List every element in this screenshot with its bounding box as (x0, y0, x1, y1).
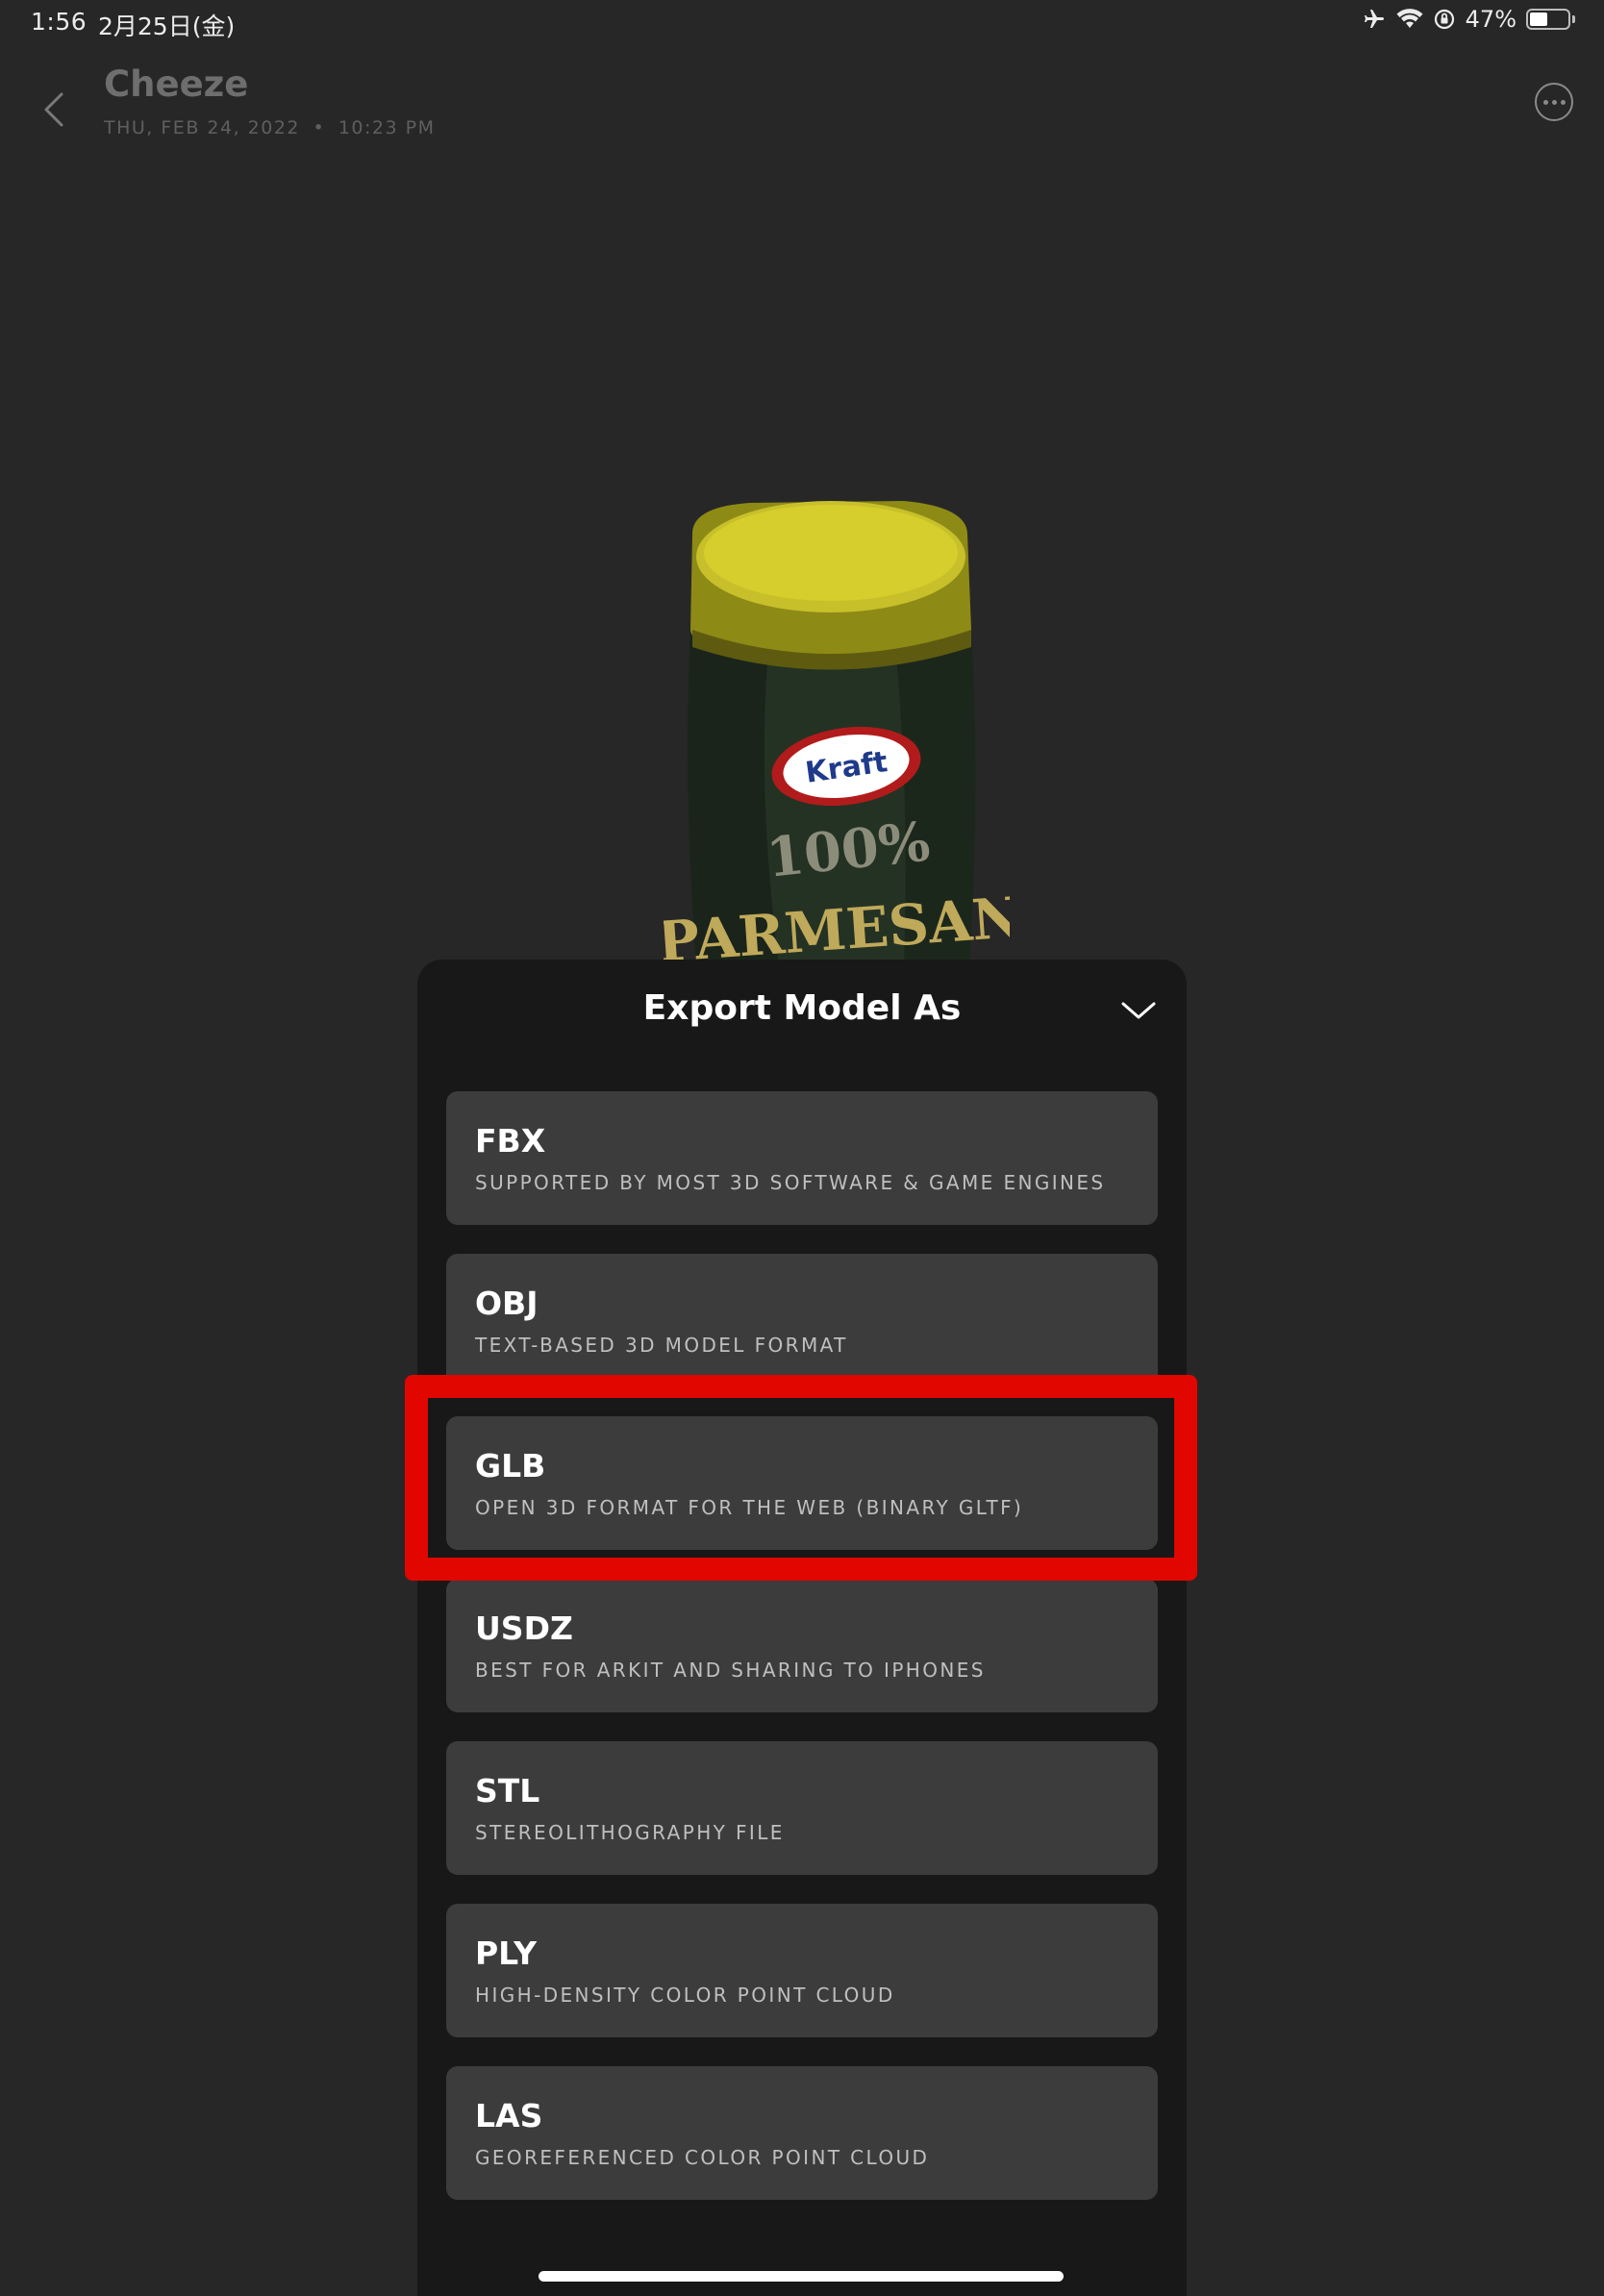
chevron-down-icon (1121, 1002, 1156, 1019)
export-option-fbx[interactable]: FBX SUPPORTED BY MOST 3D SOFTWARE & GAME… (446, 1091, 1158, 1225)
back-button[interactable] (37, 87, 71, 133)
more-dot-icon (1560, 99, 1566, 105)
option-description: SUPPORTED BY MOST 3D SOFTWARE & GAME ENG… (475, 1171, 1106, 1194)
option-format: FBX (475, 1122, 546, 1160)
parmesan-model: Kraft 100% PARMESAN (655, 501, 1025, 975)
status-time: 1:56 (31, 8, 88, 36)
battery-percent: 47% (1465, 6, 1516, 33)
option-format: USDZ (475, 1610, 573, 1647)
chevron-left-icon (44, 92, 63, 127)
airplane-icon (1364, 10, 1384, 28)
status-icons: 47% (1362, 6, 1575, 33)
option-format: PLY (475, 1934, 537, 1972)
status-date: 2月25日(金) (98, 12, 236, 40)
home-indicator[interactable] (539, 2271, 1064, 2282)
date-separator: • (313, 117, 326, 138)
option-format: STL (475, 1772, 540, 1809)
model-date: THU, FEB 24, 2022 • 10:23 PM (104, 117, 435, 138)
model-title: Cheeze (104, 63, 249, 105)
battery-level (1530, 12, 1547, 26)
option-description: BEST FOR ARKIT AND SHARING TO IPHONES (475, 1659, 986, 1682)
battery-nub (1572, 15, 1575, 23)
sheet-title: Export Model As (642, 988, 962, 1028)
export-option-ply[interactable]: PLY HIGH-DENSITY COLOR POINT CLOUD (446, 1904, 1158, 2037)
battery-icon (1526, 9, 1570, 30)
option-description: TEXT-BASED 3D MODEL FORMAT (475, 1334, 848, 1357)
export-sheet: Export Model As FBX SUPPORTED BY MOST 3D… (417, 960, 1187, 2296)
model-date-time: 10:23 PM (338, 117, 436, 138)
model-date-day: THU, FEB 24, 2022 (104, 117, 300, 138)
export-option-usdz[interactable]: USDZ BEST FOR ARKIT AND SHARING TO IPHON… (446, 1579, 1158, 1712)
export-option-las[interactable]: LAS GEOREFERENCED COLOR POINT CLOUD (446, 2066, 1158, 2200)
export-option-obj[interactable]: OBJ TEXT-BASED 3D MODEL FORMAT (446, 1254, 1158, 1387)
option-description: GEOREFERENCED COLOR POINT CLOUD (475, 2146, 930, 2169)
option-format: GLB (475, 1447, 546, 1485)
option-description: HIGH-DENSITY COLOR POINT CLOUD (475, 1984, 895, 2007)
option-format: LAS (475, 2097, 543, 2134)
status-bar: 1:56 2月25日(金) 47% (0, 0, 1604, 46)
header: Cheeze THU, FEB 24, 2022 • 10:23 PM (0, 58, 1604, 163)
more-dot-icon (1551, 99, 1557, 105)
more-options-button[interactable] (1535, 83, 1573, 121)
option-description: STEREOLITHOGRAPHY FILE (475, 1821, 785, 1844)
export-option-glb[interactable]: GLB OPEN 3D FORMAT FOR THE WEB (BINARY G… (446, 1416, 1158, 1550)
option-description: OPEN 3D FORMAT FOR THE WEB (BINARY GLTF) (475, 1496, 1024, 1519)
model-viewer[interactable]: Kraft 100% PARMESAN (655, 495, 1025, 975)
orientation-lock-icon (1434, 9, 1454, 30)
collapse-button[interactable] (1119, 996, 1158, 1025)
export-option-stl[interactable]: STL STEREOLITHOGRAPHY FILE (446, 1741, 1158, 1875)
wifi-icon (1396, 9, 1423, 28)
more-dot-icon (1542, 99, 1548, 105)
option-format: OBJ (475, 1285, 539, 1322)
